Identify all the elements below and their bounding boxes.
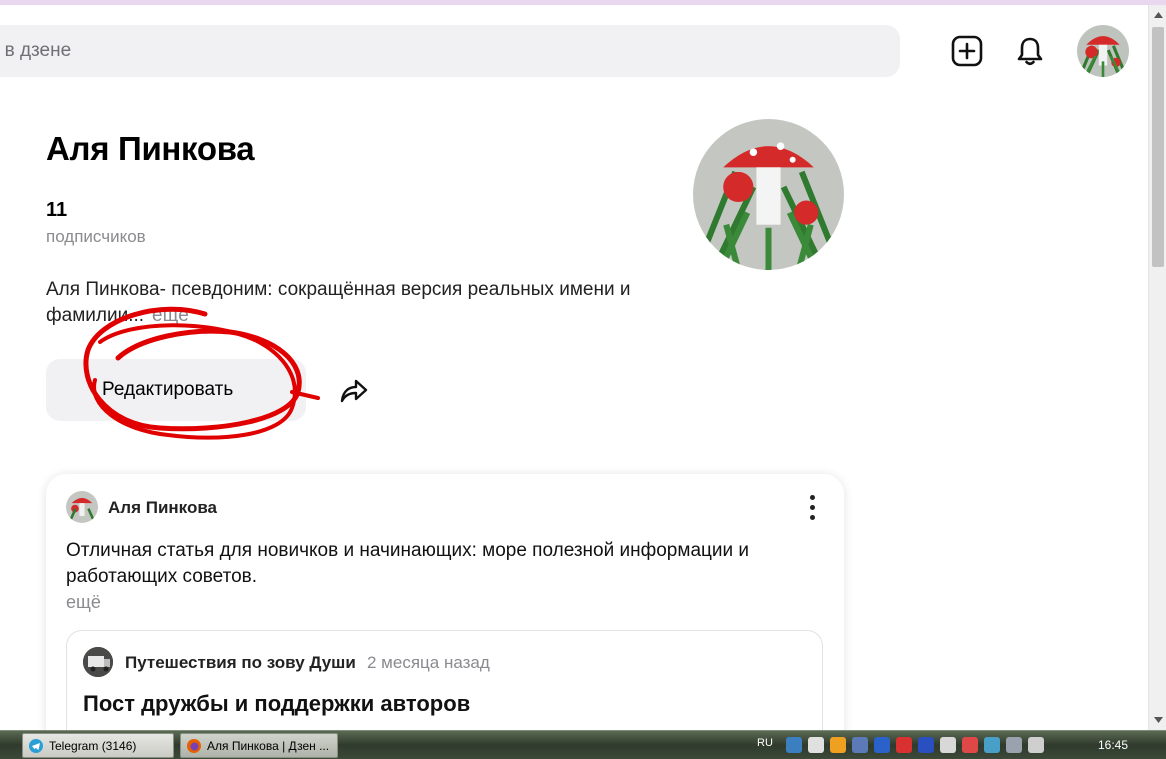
- dot-icon: [809, 504, 815, 510]
- user-avatar[interactable]: [1077, 25, 1129, 77]
- truck-photo-icon: [83, 647, 113, 677]
- edit-profile-button[interactable]: Редактировать: [46, 359, 306, 421]
- taskbar-item-label: Аля Пинкова | Дзен ...: [207, 738, 330, 753]
- post-menu-button[interactable]: [800, 490, 824, 524]
- profile-bio: Аля Пинкова- псевдоним: сокращённая верс…: [46, 277, 686, 329]
- tray-app-icon[interactable]: [852, 737, 868, 753]
- taskbar-clock[interactable]: 16:45: [1098, 738, 1128, 752]
- system-tray: [786, 737, 1044, 753]
- dot-icon: [809, 514, 815, 520]
- scroll-down-button[interactable]: [1149, 712, 1166, 728]
- taskbar-item-label: Telegram (3146): [49, 738, 137, 753]
- tray-app-icon[interactable]: [1006, 737, 1022, 753]
- tray-app-icon[interactable]: [962, 737, 978, 753]
- repost-timestamp: 2 месяца назад: [367, 653, 490, 672]
- search-bar[interactable]: [0, 25, 900, 77]
- repost-title: Пост дружбы и поддержки авторов: [83, 691, 471, 716]
- add-post-button[interactable]: [947, 31, 987, 71]
- subscribers-label: подписчиков: [46, 227, 146, 246]
- bio-more-link[interactable]: ещё: [152, 305, 189, 326]
- post-author-avatar[interactable]: [66, 491, 98, 523]
- bluetooth-icon[interactable]: [918, 737, 934, 753]
- repost-channel-name: Путешествия по зову Души: [125, 653, 356, 672]
- search-input[interactable]: [0, 25, 900, 77]
- profile-name: Аля Пинкова: [46, 130, 255, 167]
- scroll-thumb[interactable]: [1152, 27, 1164, 267]
- firefox-icon: [187, 738, 201, 753]
- language-indicator[interactable]: RU: [757, 737, 773, 749]
- post-more-link[interactable]: ещё: [66, 592, 101, 613]
- tray-app-icon[interactable]: [874, 737, 890, 753]
- share-arrow-icon: [340, 379, 368, 403]
- mushroom-embroidery-icon: [693, 119, 844, 270]
- tray-app-icon[interactable]: [984, 737, 1000, 753]
- page-scrollbar[interactable]: [1148, 5, 1166, 730]
- windows-taskbar: Telegram (3146) Аля Пинкова | Дзен ... R…: [0, 730, 1166, 759]
- profile-avatar: [693, 119, 844, 270]
- taskbar-item-browser[interactable]: Аля Пинкова | Дзен ...: [180, 733, 338, 758]
- notifications-button[interactable]: [1010, 31, 1050, 71]
- taskbar-item-telegram[interactable]: Telegram (3146): [22, 733, 174, 758]
- dot-icon: [809, 494, 815, 500]
- top-bar: [0, 5, 1148, 85]
- plus-square-icon: [951, 35, 983, 67]
- telegram-icon: [29, 738, 43, 753]
- bell-icon: [1017, 37, 1043, 66]
- post-author-name[interactable]: Аля Пинкова: [108, 498, 217, 518]
- tray-app-icon[interactable]: [786, 737, 802, 753]
- arrow-down-icon: [1153, 717, 1163, 723]
- scroll-up-button[interactable]: [1149, 7, 1166, 23]
- subscribers-count: 11: [46, 199, 68, 221]
- post-text: Отличная статья для новичков и начинающи…: [66, 540, 750, 587]
- tray-app-icon[interactable]: [896, 737, 912, 753]
- arrow-up-icon: [1153, 12, 1163, 18]
- network-icon[interactable]: [1028, 737, 1044, 753]
- bio-text: Аля Пинкова- псевдоним: сокращённая верс…: [46, 279, 631, 326]
- share-button[interactable]: [336, 372, 372, 408]
- post-card: Аля Пинкова Отличная статья для новичков…: [46, 474, 844, 759]
- tray-app-icon[interactable]: [808, 737, 824, 753]
- mushroom-embroidery-icon: [66, 491, 98, 523]
- mushroom-embroidery-icon: [1077, 25, 1129, 77]
- tray-app-icon[interactable]: [830, 737, 846, 753]
- volume-icon[interactable]: [940, 737, 956, 753]
- channel-avatar: [83, 647, 113, 677]
